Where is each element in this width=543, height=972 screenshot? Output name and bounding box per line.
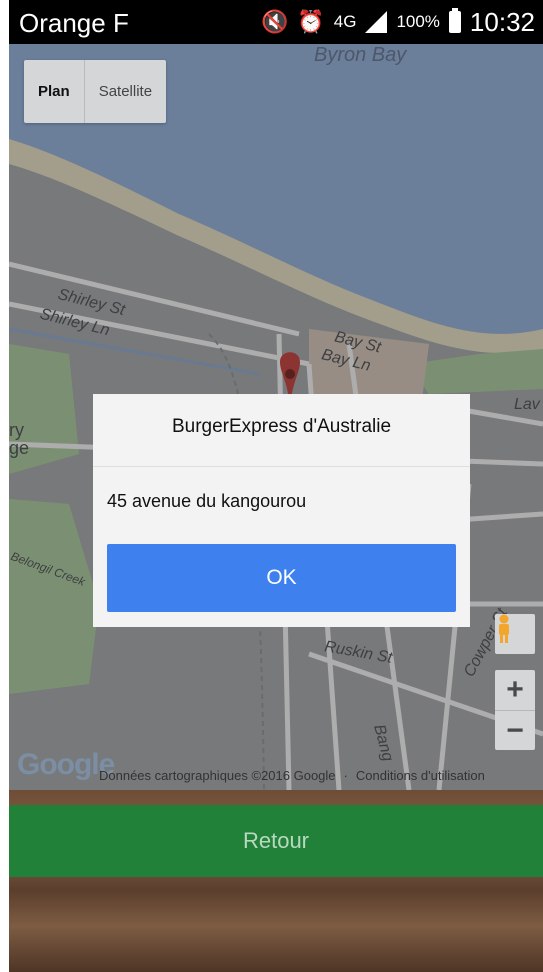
alarm-icon: ⏰ <box>297 9 325 34</box>
battery-icon <box>448 8 461 33</box>
map-type-plan-button[interactable]: Plan <box>24 60 85 123</box>
terms-of-use-link[interactable]: Conditions d'utilisation <box>356 768 485 783</box>
status-icons: 🔇 ⏰ 4G 100% 10:32 <box>261 6 535 38</box>
map-attribution: Données cartographiques ©2016 Google · Con… <box>99 768 485 783</box>
carrier-name: Orange F <box>19 8 129 38</box>
clock-time: 10:32 <box>469 6 535 37</box>
dialog-message: 45 avenue du kangourou <box>107 491 307 511</box>
dialog-ok-button[interactable]: OK <box>107 544 456 612</box>
pegman-icon <box>499 614 509 643</box>
signal-icon <box>365 11 388 33</box>
back-button[interactable]: Retour <box>9 805 543 877</box>
dialog-divider <box>93 466 470 467</box>
map-type-satellite-button[interactable]: Satellite <box>85 60 166 123</box>
status-bar: Orange F 🔇 ⏰ 4G 100% 10:32 <box>9 0 543 44</box>
4g-icon: 4G <box>333 12 357 31</box>
street-view-button[interactable] <box>495 614 535 654</box>
info-dialog: BurgerExpress d'Australie 45 avenue du k… <box>93 394 470 627</box>
map-data-credit: Données cartographiques ©2016 Google <box>99 768 336 783</box>
map-type-toggle: Plan Satellite <box>24 60 167 123</box>
attribution-separator: · <box>343 768 348 783</box>
zoom-in-button[interactable]: + <box>495 670 535 710</box>
zoom-controls: + − <box>495 670 535 750</box>
dialog-title: BurgerExpress d'Australie <box>171 416 392 437</box>
battery-percent: 100% <box>396 12 440 31</box>
zoom-out-button[interactable]: − <box>495 710 535 751</box>
app-screen: Orange F 🔇 ⏰ 4G 100% 10:32 Byron Bay Shi… <box>9 0 543 972</box>
mute-icon: 🔇 <box>260 9 289 34</box>
